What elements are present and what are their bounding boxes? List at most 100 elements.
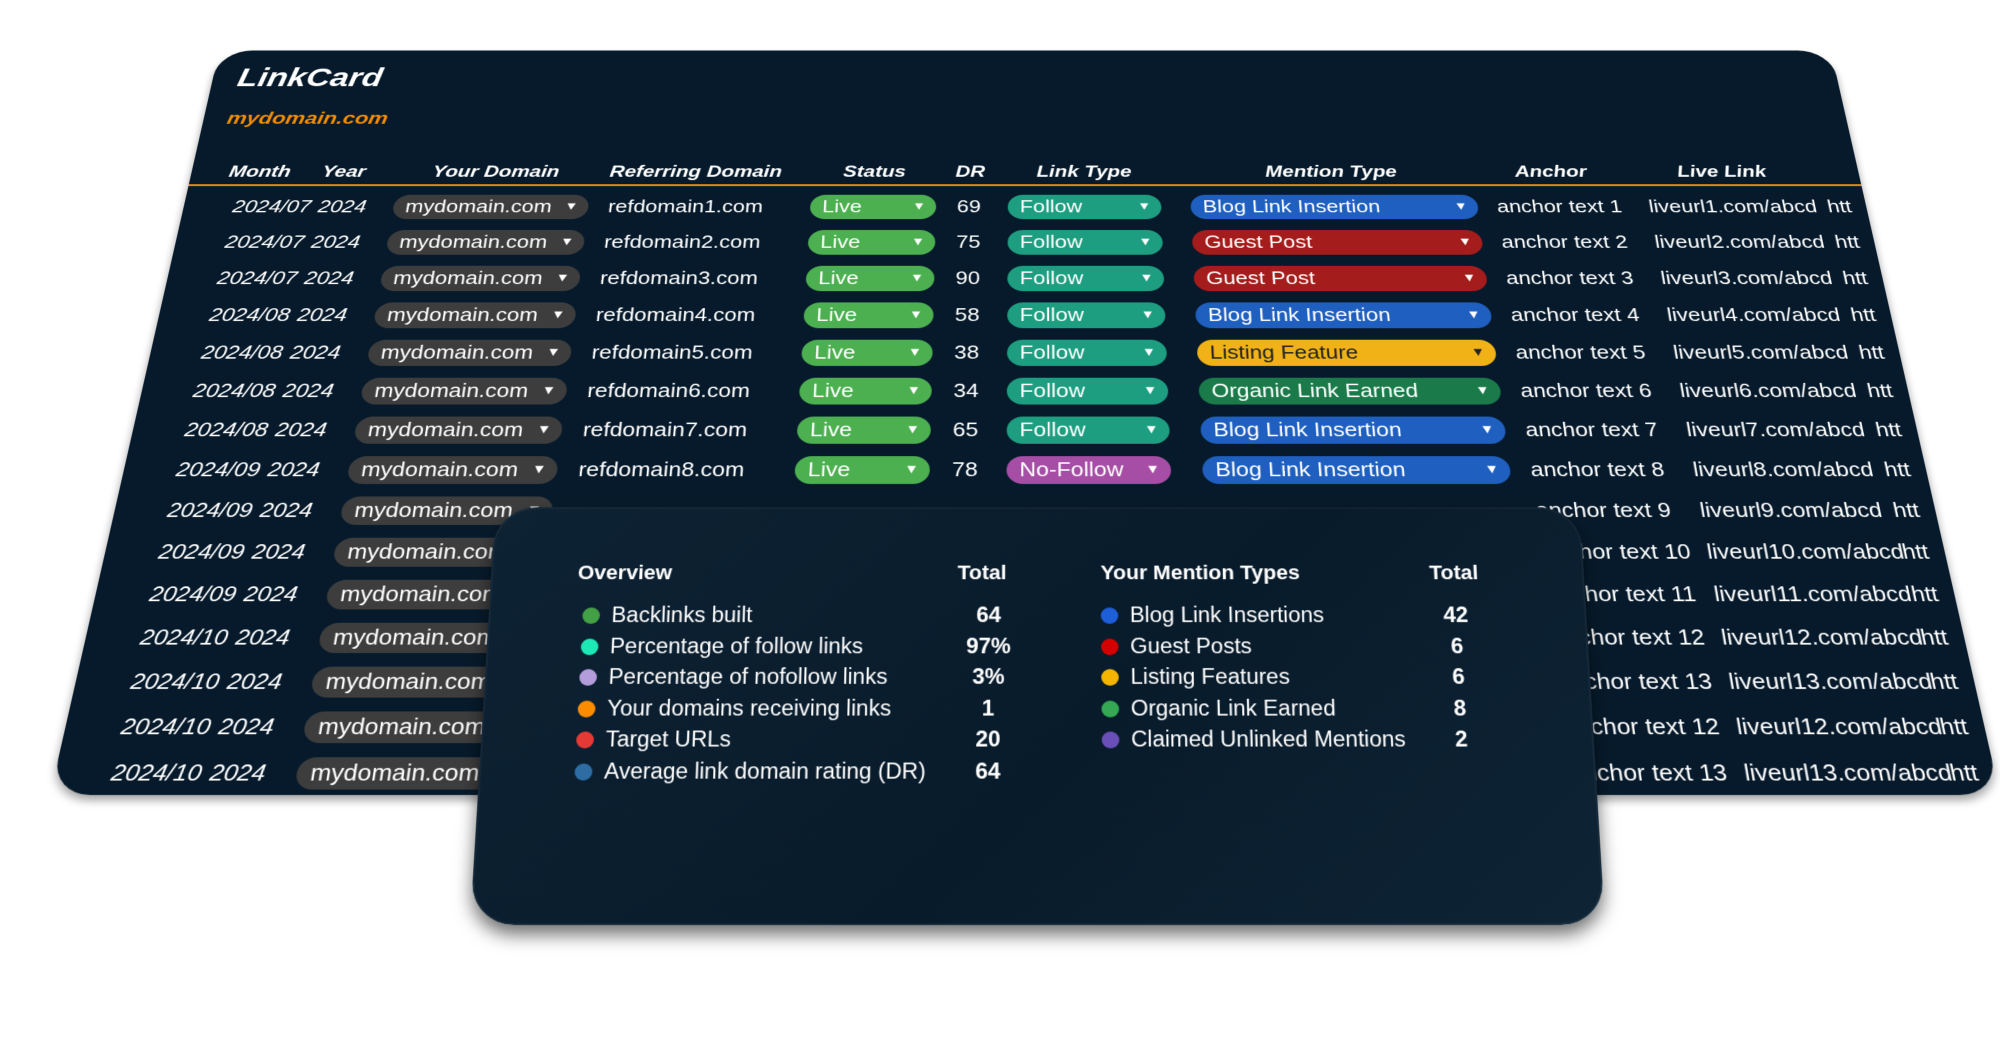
live-link[interactable]: liveurl13.com/abcd [1742, 757, 1956, 789]
status-select-label: Live [817, 268, 860, 289]
live-link[interactable]: liveurl10.com/abcd [1705, 538, 1907, 567]
dr-cell: 69 [956, 197, 981, 217]
year-cell: 2024 [295, 305, 349, 326]
col-year[interactable]: Year [320, 163, 367, 182]
mention-type-select[interactable]: Blog Link Insertion ▼ [1194, 302, 1493, 329]
table-row: 2024/07 2024 mydomain.com ▼ refdomain1.com Li… [180, 189, 1871, 224]
link-type-select[interactable]: Follow ▼ [1007, 229, 1164, 255]
mention-type-item: Guest Posts [1101, 632, 1252, 660]
mention-type-select[interactable]: Blog Link Insertion ▼ [1190, 194, 1480, 220]
col-link-type[interactable]: Link Type [1036, 163, 1131, 182]
link-type-select-label: Follow [1019, 380, 1086, 402]
chevron-down-icon: ▼ [1479, 423, 1496, 437]
live-link[interactable]: liveurl9.com/abcd [1698, 496, 1885, 524]
mention-type-select[interactable]: Blog Link Insertion ▼ [1200, 416, 1508, 444]
mention-type-select[interactable]: Blog Link Insertion ▼ [1201, 456, 1512, 484]
your-domain-select-label: mydomain.com [397, 232, 549, 252]
col-anchor[interactable]: Anchor [1514, 163, 1588, 182]
overview-item: Percentage of nofollow links [578, 663, 888, 691]
col-month[interactable]: Month [227, 163, 292, 182]
url-cell-truncated: htt [1833, 232, 1862, 252]
link-type-select[interactable]: Follow ▼ [1007, 302, 1166, 329]
live-link[interactable]: liveurl13.com/abcd [1726, 667, 1935, 698]
overview-value: 20 [975, 726, 1001, 752]
overview-item: Your domains receiving links [577, 694, 891, 722]
mention-type-item: Claimed Unlinked Mentions [1101, 725, 1407, 753]
chevron-down-icon: ▼ [1474, 384, 1491, 398]
your-domain-select[interactable]: mydomain.com ▼ [391, 194, 590, 220]
col-live-link[interactable]: Live Link [1676, 163, 1768, 182]
status-select[interactable]: Live ▼ [800, 339, 933, 366]
link-type-select[interactable]: Follow ▼ [1006, 377, 1169, 405]
year-cell: 2024 [302, 268, 356, 289]
status-select[interactable]: Live ▼ [803, 302, 934, 329]
url-cell-truncated: htt [1856, 342, 1887, 364]
status-select[interactable]: Live ▼ [809, 194, 937, 220]
col-referring-domain[interactable]: Referring Domain [609, 163, 783, 182]
col-dr[interactable]: DR [955, 163, 985, 182]
your-domain-select[interactable]: mydomain.com ▼ [385, 229, 586, 255]
chevron-down-icon: ▼ [540, 384, 557, 398]
col-your-domain[interactable]: Your Domain [431, 163, 560, 182]
chevron-down-icon: ▼ [1457, 236, 1473, 248]
month-cell: 2024/08 [207, 305, 292, 326]
anchor-cell: anchor text 7 [1524, 419, 1660, 441]
chevron-down-icon: ▼ [550, 308, 566, 321]
referring-domain-cell: refdomain3.com [599, 268, 759, 289]
live-link[interactable]: liveurl7.com/abcd [1684, 417, 1867, 444]
your-domain-select[interactable]: mydomain.com ▼ [372, 302, 578, 329]
overview-value: 97% [966, 633, 1011, 658]
status-select[interactable]: Live ▼ [805, 265, 935, 292]
live-link[interactable]: liveurl4.com/abcd [1665, 302, 1843, 328]
overview-item: Percentage of follow links [580, 632, 863, 660]
link-type-select[interactable]: Follow ▼ [1007, 194, 1162, 220]
your-domain-select[interactable]: mydomain.com ▼ [378, 265, 582, 292]
url-cell-truncated: htt [1918, 626, 1951, 650]
mention-type-dot-icon [1100, 607, 1119, 624]
live-link[interactable]: liveurl1.com/abcd [1647, 195, 1820, 219]
mention-type-select[interactable]: Guest Post ▼ [1193, 265, 1489, 292]
mention-type-select[interactable]: Listing Feature ▼ [1196, 339, 1498, 366]
status-select[interactable]: Live ▼ [794, 456, 931, 484]
status-select[interactable]: Live ▼ [796, 416, 932, 444]
dr-cell: 90 [955, 268, 981, 289]
table-row: 2024/08 2024 mydomain.com ▼ refdomain5.com Li… [146, 334, 1904, 372]
link-type-select-label: Follow [1019, 342, 1085, 364]
dr-cell: 34 [953, 380, 979, 402]
link-type-select-label: Follow [1019, 197, 1083, 217]
link-type-select-label: Follow [1019, 305, 1084, 326]
your-domain-select[interactable]: mydomain.com ▼ [352, 416, 564, 444]
link-type-select[interactable]: Follow ▼ [1007, 265, 1165, 292]
live-link[interactable]: liveurl3.com/abcd [1659, 266, 1835, 291]
live-link[interactable]: liveurl12.com/abcd [1734, 711, 1945, 743]
your-domain-select-label: mydomain.com [323, 670, 493, 695]
live-link[interactable]: liveurl6.com/abcd [1678, 378, 1859, 405]
chevron-down-icon: ▼ [563, 200, 579, 213]
live-link[interactable]: liveurl12.com/abcd [1719, 623, 1926, 653]
col-status[interactable]: Status [843, 163, 906, 182]
chevron-down-icon: ▼ [909, 272, 925, 285]
mention-type-select[interactable]: Organic Link Earned ▼ [1198, 377, 1503, 405]
live-link[interactable]: liveurl11.com/abcd [1712, 580, 1915, 610]
col-mention-type[interactable]: Mention Type [1265, 163, 1398, 182]
your-domain-select[interactable]: mydomain.com ▼ [359, 377, 569, 405]
your-domain-select[interactable]: mydomain.com ▼ [346, 456, 559, 484]
month-cell: 2024/09 [156, 540, 247, 564]
link-type-select[interactable]: No-Follow ▼ [1006, 456, 1172, 484]
overview-item: Target URLs [575, 725, 732, 753]
month-cell: 2024/10 [108, 760, 204, 786]
link-type-select[interactable]: Follow ▼ [1007, 339, 1168, 366]
live-link[interactable]: liveurl8.com/abcd [1691, 456, 1876, 484]
your-domain-select-label: mydomain.com [366, 419, 525, 441]
status-select-label: Live [819, 232, 861, 252]
table-row: 2024/07 2024 mydomain.com ▼ refdomain2.com Li… [172, 225, 1879, 261]
month-cell: 2024/10 [128, 670, 222, 695]
status-select[interactable]: Live ▼ [798, 377, 933, 405]
live-link[interactable]: liveurl5.com/abcd [1671, 340, 1850, 366]
your-domain-select[interactable]: mydomain.com ▼ [366, 339, 573, 366]
status-select[interactable]: Live ▼ [807, 229, 936, 255]
live-link[interactable]: liveurl2.com/abcd [1653, 230, 1827, 255]
mention-type-select[interactable]: Guest Post ▼ [1191, 229, 1484, 255]
link-type-select[interactable]: Follow ▼ [1006, 416, 1171, 444]
anchor-cell: anchor text 2 [1500, 232, 1629, 252]
